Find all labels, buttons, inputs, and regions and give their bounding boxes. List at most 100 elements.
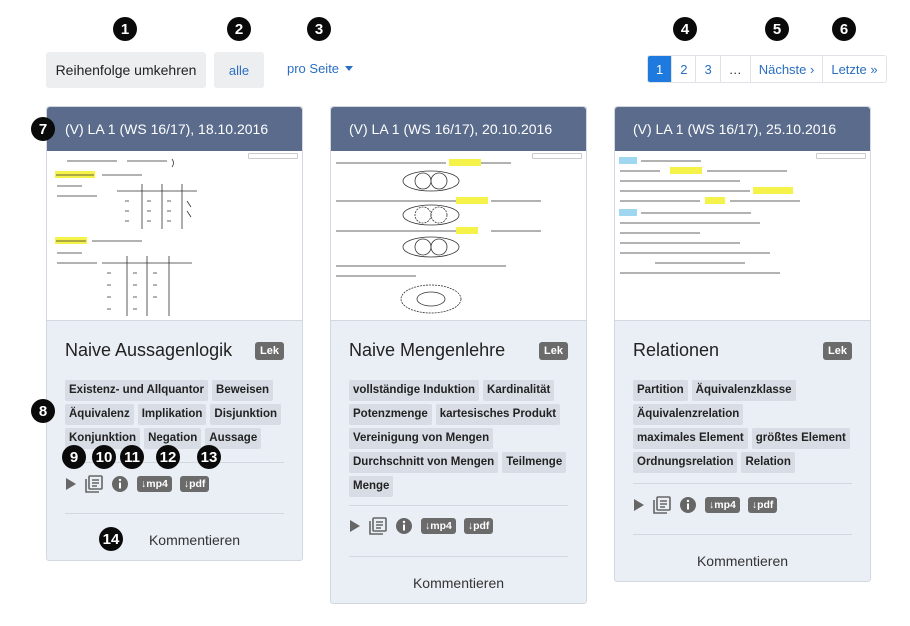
transcript-icon[interactable] [653,496,671,514]
tag[interactable]: Existenz- und Allquantor [65,380,209,401]
handwritten-notes-image [619,157,800,274]
tag[interactable]: Teilmenge [502,452,567,473]
divider [349,505,568,506]
callout-4: 4 [673,17,697,41]
comment-link[interactable]: Kommentieren [47,532,302,548]
page-1-button[interactable]: 1 [648,56,673,82]
tag[interactable]: Ordnungsrelation [633,452,738,473]
card-title-row: Relationen Lek [633,340,852,361]
callout-9: 9 [62,445,86,469]
download-pdf-button[interactable]: ↓pdf [179,476,210,492]
info-icon[interactable] [111,475,129,493]
callout-1: 1 [113,17,137,41]
show-all-button[interactable]: alle [214,52,264,88]
card-title-row: Naive Aussagenlogik Lek [65,340,284,361]
download-pdf-button[interactable]: ↓pdf [463,518,494,534]
callout-10: 10 [92,445,116,469]
next-page-button[interactable]: Nächste › [750,56,824,82]
tag[interactable]: größtes Element [751,428,850,449]
lecture-card-2: (V) LA 1 (WS 16/17), 20.10.2016 Naive Me… [330,106,587,604]
transcript-icon[interactable] [369,517,387,535]
play-icon[interactable] [633,498,645,512]
last-page-button[interactable]: Letzte » [823,56,886,82]
type-badge: Lek [539,341,568,360]
media-actions: ↓mp4 ↓pdf [349,517,494,535]
callout-6: 6 [832,17,856,41]
info-icon[interactable] [679,496,697,514]
tag[interactable]: Menge [349,476,394,497]
card-header[interactable]: (V) LA 1 (WS 16/17), 20.10.2016 [331,107,586,151]
tag-list: Existenz- und Allquantor Beweisen Äquiva… [65,380,288,449]
per-page-label: pro Seite [287,60,340,76]
download-mp4-button[interactable]: ↓mp4 [421,518,456,534]
per-page-dropdown[interactable]: pro Seite [287,60,354,76]
handwritten-notes-image [55,158,197,316]
tag[interactable]: Implikation [137,404,207,425]
page-ellipsis: … [720,56,751,82]
tag[interactable]: Relation [741,452,795,473]
divider [349,556,568,557]
tag[interactable]: Äquivalenzklasse [691,380,796,401]
tag[interactable]: maximales Element [633,428,748,449]
callout-11: 11 [120,445,144,469]
card-title[interactable]: Naive Aussagenlogik [65,340,232,361]
divider [633,483,852,484]
info-icon[interactable] [395,517,413,535]
callout-14: 14 [99,527,123,551]
handwritten-notes-image [336,159,541,314]
divider [633,534,852,535]
card-title[interactable]: Relationen [633,340,719,361]
type-badge: Lek [255,341,284,360]
page-3-button[interactable]: 3 [696,56,721,82]
thumbnail-toolbar [816,153,866,159]
lecture-thumbnail[interactable] [331,151,586,321]
comment-link[interactable]: Kommentieren [331,575,586,591]
callout-2: 2 [227,17,251,41]
card-header[interactable]: (V) LA 1 (WS 16/17), 25.10.2016 [615,107,870,151]
lecture-card-3: (V) LA 1 (WS 16/17), 25.10.2016 Relation… [614,106,871,582]
play-icon[interactable] [349,519,361,533]
download-mp4-button[interactable]: ↓mp4 [137,476,172,492]
thumbnail-toolbar [532,153,582,159]
comment-link[interactable]: Kommentieren [615,553,870,569]
page-2-button[interactable]: 2 [672,56,697,82]
card-title-row: Naive Mengenlehre Lek [349,340,568,361]
tag[interactable]: Äquivalenz [65,404,134,425]
reverse-order-button[interactable]: Reihenfolge umkehren [46,52,206,88]
tag[interactable]: Potenzmenge [349,404,432,425]
tag[interactable]: Disjunktion [210,404,282,425]
tag[interactable]: Vereinigung von Mengen [349,428,494,449]
lecture-thumbnail[interactable] [47,151,302,321]
media-actions: ↓mp4 ↓pdf [633,496,778,514]
download-mp4-button[interactable]: ↓mp4 [705,497,740,513]
card-title[interactable]: Naive Mengenlehre [349,340,505,361]
callout-8: 8 [31,399,55,423]
pagination: 1 2 3 … Nächste › Letzte » [647,55,887,83]
callout-13: 13 [197,445,221,469]
type-badge: Lek [823,341,852,360]
lecture-card-1: (V) LA 1 (WS 16/17), 18.10.2016 Naive Au… [46,106,303,561]
tag[interactable]: Äquivalenzrelation [633,404,744,425]
tag[interactable]: Beweisen [212,380,274,401]
tag[interactable]: Kardinalität [483,380,555,401]
tag[interactable]: kartesisches Produkt [435,404,561,425]
card-header[interactable]: (V) LA 1 (WS 16/17), 18.10.2016 [47,107,302,151]
tag[interactable]: Durchschnitt von Mengen [349,452,499,473]
tag[interactable]: Partition [633,380,688,401]
lecture-thumbnail[interactable] [615,151,870,321]
callout-7: 7 [31,117,55,141]
play-icon[interactable] [65,477,77,491]
tag-list: Partition Äquivalenzklasse Äquivalenzrel… [633,380,856,473]
divider [65,513,284,514]
callout-5: 5 [765,17,789,41]
tag[interactable]: vollständige Induktion [349,380,480,401]
show-all-label: alle [228,62,250,78]
caret-down-icon [345,65,354,71]
callout-12: 12 [156,445,180,469]
callout-3: 3 [307,17,331,41]
download-pdf-button[interactable]: ↓pdf [747,497,778,513]
media-actions: ↓mp4 ↓pdf [65,475,210,493]
tag-list: vollständige Induktion Kardinalität Pote… [349,380,572,497]
thumbnail-toolbar [248,153,298,159]
transcript-icon[interactable] [85,475,103,493]
